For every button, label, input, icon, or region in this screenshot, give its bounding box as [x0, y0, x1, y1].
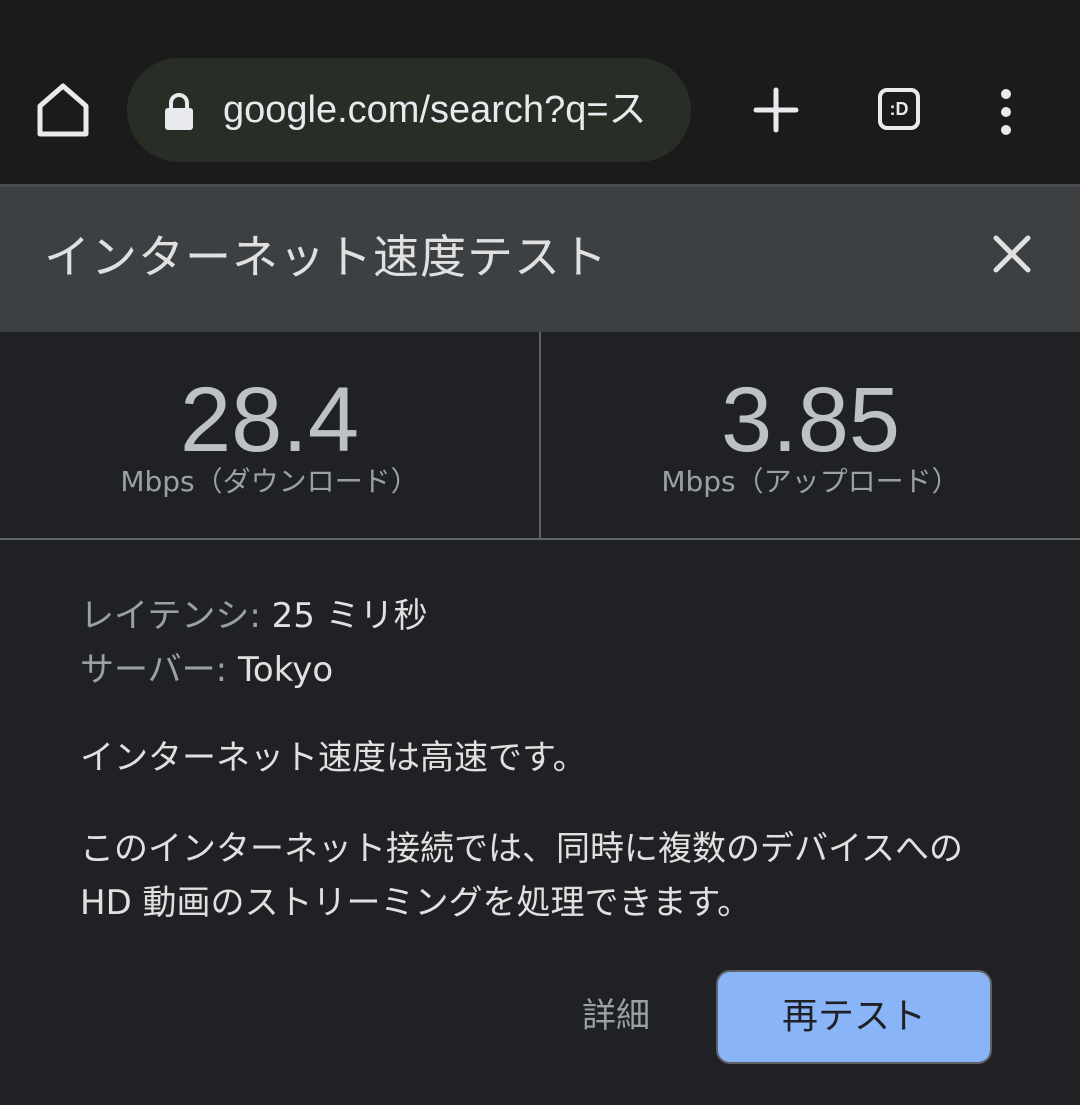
close-icon[interactable]: [988, 230, 1036, 278]
server-label: サーバー:: [80, 650, 228, 690]
download-label: Mbps（ダウンロード）: [120, 465, 419, 498]
speed-detail: このインターネット接続では、同時に複数のデバイスへの HD 動画のストリーミング…: [80, 829, 963, 923]
url-text[interactable]: google.com/search?q=ス: [223, 58, 647, 162]
home-icon[interactable]: [34, 80, 92, 140]
server-value: Tokyo: [237, 650, 334, 690]
panel-header: インターネット速度テスト: [0, 187, 1080, 332]
panel-title: インターネット速度テスト: [44, 230, 608, 284]
details-button[interactable]: 詳細: [560, 982, 672, 1050]
upload-value: 3.85: [720, 369, 901, 471]
latency-label: レイテンシ:: [80, 596, 261, 636]
speed-results: 28.4 Mbps（ダウンロード） 3.85 Mbps（アップロード）: [0, 332, 1080, 540]
plus-icon[interactable]: [752, 86, 800, 134]
latency-value: 25 ミリ秒: [271, 596, 428, 636]
upload-label: Mbps（アップロード）: [661, 465, 960, 498]
lock-icon: [165, 93, 193, 130]
download-value: 28.4: [179, 369, 360, 471]
download-result: 28.4 Mbps（ダウンロード）: [0, 332, 539, 538]
upload-result: 3.85 Mbps（アップロード）: [541, 332, 1080, 538]
address-bar[interactable]: google.com/search?q=ス: [127, 58, 691, 162]
speed-summary: インターネット速度は高速です。: [80, 738, 587, 778]
latency-line: レイテンシ: 25 ミリ秒: [80, 590, 1020, 642]
retest-button[interactable]: 再テスト: [716, 970, 992, 1064]
server-line: サーバー: Tokyo: [80, 644, 1020, 696]
tab-switcher-icon[interactable]: :D: [878, 88, 920, 130]
browser-toolbar: google.com/search?q=ス :D: [0, 0, 1080, 184]
more-vert-icon[interactable]: [996, 88, 1016, 136]
